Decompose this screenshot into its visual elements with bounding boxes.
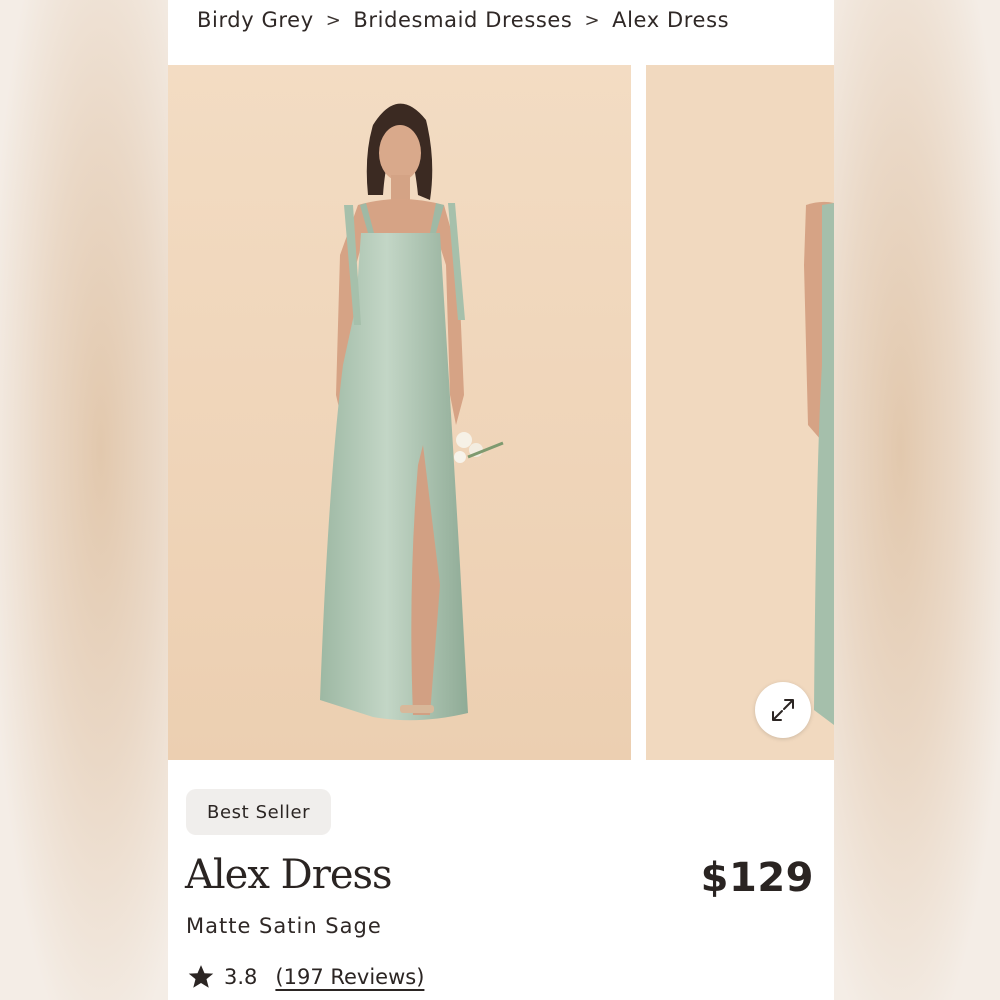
product-price: $129 <box>700 855 814 901</box>
breadcrumb-item-brand[interactable]: Birdy Grey <box>197 8 314 32</box>
background-blur-right <box>834 0 1000 1000</box>
breadcrumb: Birdy Grey > Bridesmaid Dresses > Alex D… <box>197 4 729 36</box>
model-side-illustration <box>646 65 834 760</box>
product-title: Alex Dress <box>185 852 393 898</box>
product-rating: 3.8 (197 Reviews) <box>186 960 424 994</box>
expand-arrows-icon <box>772 699 794 721</box>
breadcrumb-item-current[interactable]: Alex Dress <box>612 8 729 32</box>
model-in-dress-illustration <box>168 65 631 760</box>
rating-value: 3.8 <box>224 965 258 989</box>
product-page: Birdy Grey > Bridesmaid Dresses > Alex D… <box>168 0 834 1000</box>
product-photo-main[interactable] <box>168 65 631 760</box>
breadcrumb-separator: > <box>325 9 342 31</box>
image-gallery[interactable] <box>168 65 834 760</box>
reviews-link[interactable]: (197 Reviews) <box>275 965 424 989</box>
breadcrumb-item-category[interactable]: Bridesmaid Dresses <box>353 8 572 32</box>
best-seller-badge: Best Seller <box>186 789 332 835</box>
breadcrumb-separator: > <box>584 9 601 31</box>
product-photo-next[interactable] <box>646 65 834 760</box>
product-variant: Matte Satin Sage <box>186 914 382 938</box>
background-blur-left <box>0 0 168 1000</box>
star-icon <box>188 965 214 988</box>
expand-image-button[interactable] <box>755 682 811 738</box>
